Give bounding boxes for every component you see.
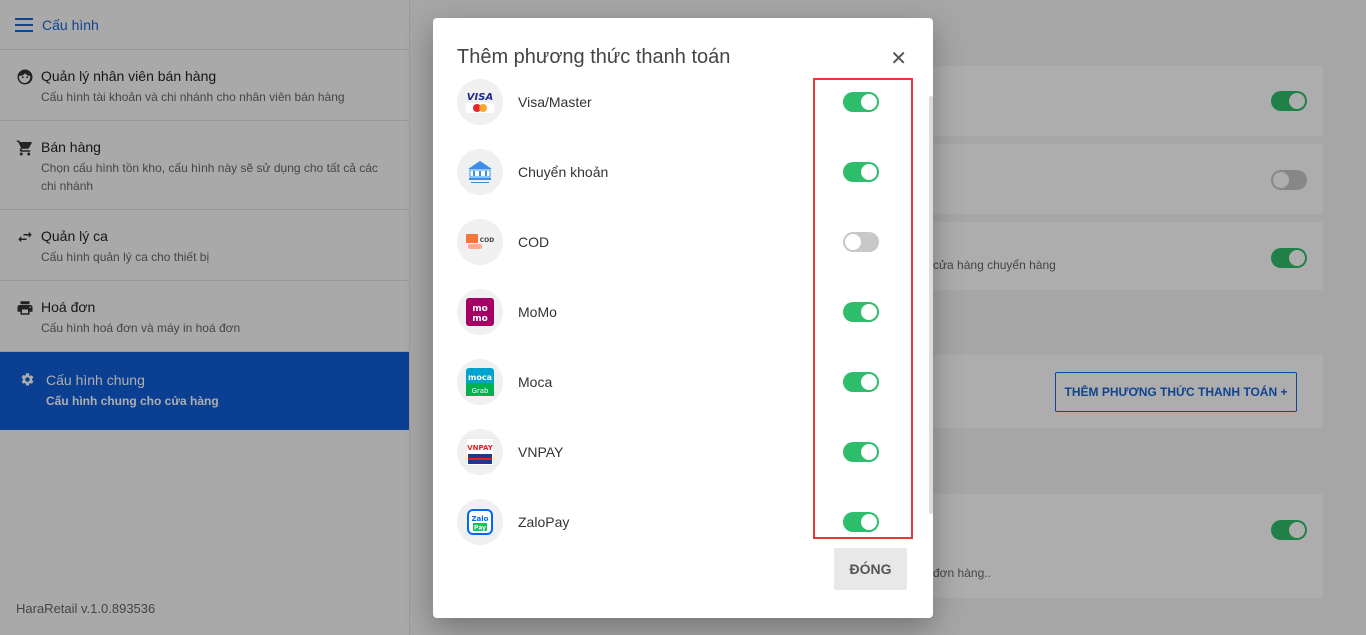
payment-method-name: Visa/Master xyxy=(518,94,592,110)
list-scrollbar[interactable] xyxy=(929,96,933,514)
svg-text:COD: COD xyxy=(480,237,495,244)
payment-method-name: VNPAY xyxy=(518,444,564,460)
payment-method-name: COD xyxy=(518,234,550,250)
toggle-highlight-box xyxy=(813,78,913,539)
bank-transfer-icon xyxy=(457,149,503,195)
momo-icon: mo mo xyxy=(457,289,503,335)
moca-icon: moca Grab xyxy=(457,359,503,405)
zalopay-icon: Zalo Pay xyxy=(457,499,503,545)
svg-text:Zalo: Zalo xyxy=(471,515,488,523)
svg-text:moca: moca xyxy=(468,373,492,382)
svg-text:mo: mo xyxy=(472,314,488,324)
cod-icon: COD xyxy=(457,219,503,265)
payment-method-name: Chuyển khoản xyxy=(518,164,609,180)
payment-method-name: MoMo xyxy=(518,304,557,320)
payment-method-name: ZaloPay xyxy=(518,514,570,530)
close-dialog-button[interactable]: ĐÓNG xyxy=(834,548,907,590)
svg-text:Grab: Grab xyxy=(471,387,489,395)
dialog-title: Thêm phương thức thanh toán xyxy=(457,46,731,68)
svg-text:mo: mo xyxy=(472,304,488,314)
close-icon[interactable]: ✕ xyxy=(890,46,907,71)
vnpay-icon: VNPAY xyxy=(457,429,503,475)
payment-method-name: Moca xyxy=(518,374,553,390)
svg-text:VISA: VISA xyxy=(467,92,493,103)
svg-text:VNPAY: VNPAY xyxy=(467,444,494,452)
svg-text:Pay: Pay xyxy=(474,525,486,532)
visa-master-icon: VISA xyxy=(457,79,503,125)
